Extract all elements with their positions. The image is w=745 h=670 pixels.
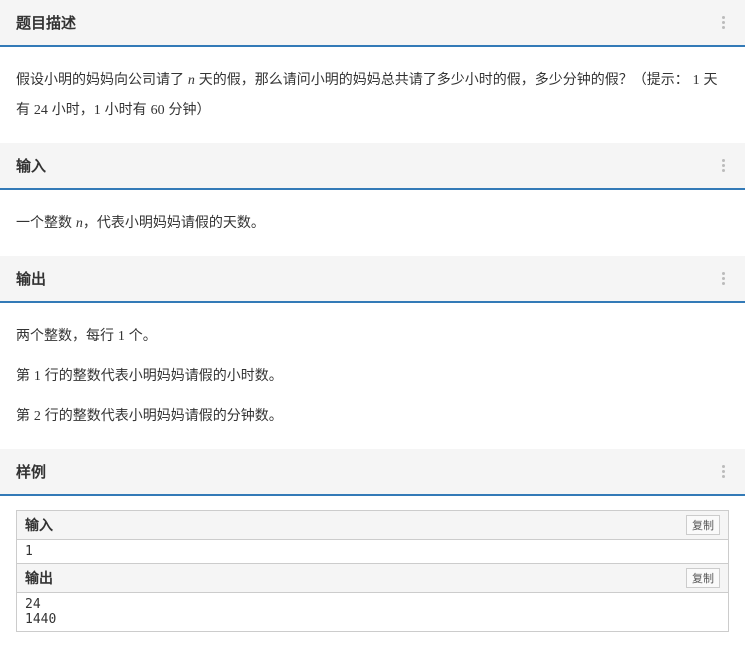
section-title-description: 题目描述	[16, 12, 76, 33]
sample-box: 输入 复制 1 输出 复制 24 1440	[16, 510, 729, 632]
output-line: 第 1 行的整数代表小明妈妈请假的小时数。	[16, 361, 729, 391]
section-body-description: 假设小明的妈妈向公司请了 n 天的假，那么请问小明的妈妈总共请了多少小时的假，多…	[0, 47, 745, 143]
sample-input-data: 1	[17, 540, 728, 564]
section-title-output: 输出	[16, 268, 46, 289]
sample-output-data: 24 1440	[17, 593, 728, 631]
output-line: 两个整数，每行 1 个。	[16, 321, 729, 351]
section-title-input: 输入	[16, 155, 46, 176]
output-line: 第 2 行的整数代表小明妈妈请假的分钟数。	[16, 401, 729, 431]
more-icon[interactable]	[718, 270, 729, 287]
more-icon[interactable]	[718, 157, 729, 174]
sample-output-label-row: 输出 复制	[17, 564, 728, 593]
section-body-input: 一个整数 n，代表小明妈妈请假的天数。	[0, 190, 745, 256]
sample-output-label: 输出	[25, 568, 53, 588]
section-header-output: 输出	[0, 256, 745, 303]
more-icon[interactable]	[718, 14, 729, 31]
copy-button[interactable]: 复制	[686, 568, 720, 588]
input-text: 一个整数 n，代表小明妈妈请假的天数。	[16, 208, 729, 238]
sample-input-label-row: 输入 复制	[17, 511, 728, 540]
sample-input-label: 输入	[25, 515, 53, 535]
section-body-output: 两个整数，每行 1 个。 第 1 行的整数代表小明妈妈请假的小时数。 第 2 行…	[0, 303, 745, 449]
section-title-sample: 样例	[16, 461, 46, 482]
section-header-input: 输入	[0, 143, 745, 190]
section-header-description: 题目描述	[0, 0, 745, 47]
copy-button[interactable]: 复制	[686, 515, 720, 535]
description-text: 假设小明的妈妈向公司请了 n 天的假，那么请问小明的妈妈总共请了多少小时的假，多…	[16, 65, 729, 125]
more-icon[interactable]	[718, 463, 729, 480]
section-header-sample: 样例	[0, 449, 745, 496]
